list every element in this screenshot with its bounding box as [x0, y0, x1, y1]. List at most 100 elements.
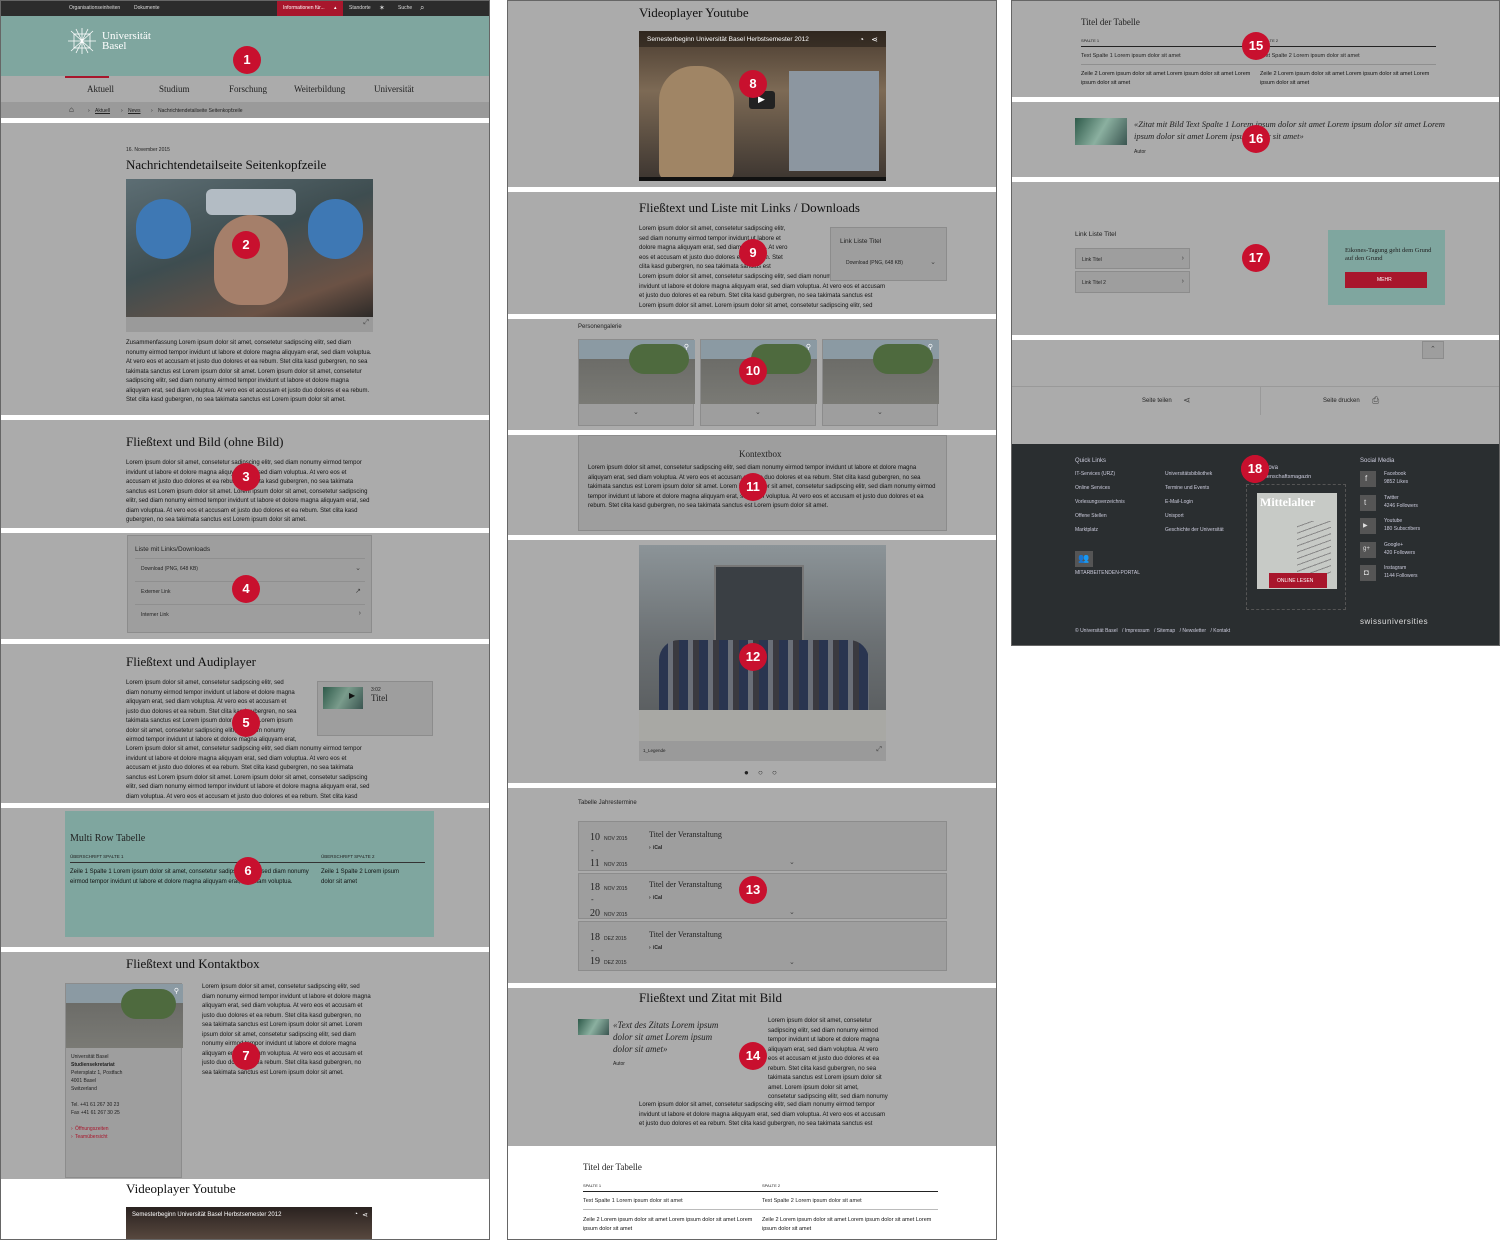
team-overview-link[interactable]: Teamübersicht	[75, 1134, 108, 1140]
nav-item-weiterbildung[interactable]: Weiterbildung	[294, 84, 345, 94]
home-icon[interactable]: ⌂	[69, 105, 74, 114]
social-name[interactable]: Google+	[1384, 542, 1403, 548]
social-name[interactable]: Youtube	[1384, 518, 1402, 524]
footer-link[interactable]: Unisport	[1165, 513, 1224, 519]
footer-link[interactable]: Universitätsbibliothek	[1165, 471, 1224, 477]
social-name[interactable]: Facebook	[1384, 471, 1406, 477]
topbar-link[interactable]: Organisationseinheiten	[69, 5, 120, 11]
staff-portal-icon[interactable]: 👥	[1075, 551, 1093, 567]
clock-icon[interactable]: ◔	[859, 35, 864, 44]
staff-portal-link[interactable]: MITARBEITENDEN-PORTAL	[1075, 570, 1140, 576]
audio-player[interactable]: ▶ 3:02 Titel	[317, 681, 433, 736]
read-online-button[interactable]: ONLINE LESEN	[1269, 573, 1327, 588]
event-row[interactable]: 10 NOV 2015 - 11 NOV 2015 Titel der Vera…	[578, 821, 947, 871]
nav-item-forschung[interactable]: Forschung	[229, 84, 267, 94]
gallery-card[interactable]: ⚲ ⌄	[578, 339, 695, 426]
footer-bottom-link[interactable]: Sitemap	[1157, 628, 1175, 634]
share-icon[interactable]: ⋖	[871, 35, 878, 44]
chevron-down-icon[interactable]: ⌄	[755, 408, 761, 416]
google-plus-icon[interactable]: g+	[1360, 542, 1376, 558]
chevron-down-icon[interactable]: ⌄	[789, 958, 795, 966]
play-icon[interactable]: ▶	[349, 691, 355, 700]
footer-link[interactable]: Marktplatz	[1075, 527, 1125, 533]
breadcrumb-item[interactable]: News	[128, 108, 141, 114]
external-link-icon: ↗	[355, 588, 361, 595]
footer-link[interactable]: IT-Services (URZ)	[1075, 471, 1125, 477]
chevron-down-icon[interactable]: ⌄	[789, 858, 795, 866]
location-pin-icon[interactable]: ⚲	[928, 343, 933, 351]
search-link[interactable]: Suche	[398, 5, 412, 11]
share-icon[interactable]: ⋖	[1183, 395, 1191, 406]
slider-dot-active[interactable]: ●	[744, 768, 749, 777]
ical-link[interactable]: iCal	[653, 845, 662, 851]
instagram-icon[interactable]: ◘	[1360, 565, 1376, 581]
expand-icon[interactable]: ⤢	[876, 746, 882, 754]
slider-dot[interactable]: ○	[772, 768, 777, 777]
footer-bottom-link[interactable]: Newsletter	[1182, 628, 1206, 634]
social-name[interactable]: Instagram	[1384, 565, 1406, 571]
chevron-down-icon[interactable]: ⌄	[789, 908, 795, 916]
link-item[interactable]: Link Titel 2 ›	[1075, 271, 1190, 293]
print-page-button[interactable]: Seite drucken	[1323, 398, 1360, 404]
event-row[interactable]: 18 DEZ 2015 - 19 DEZ 2015 Titel der Vera…	[578, 921, 947, 971]
body-text: Lorem ipsum dolor sit amet, consetetur s…	[126, 746, 370, 800]
nav-item-aktuell[interactable]: Aktuell	[87, 84, 114, 94]
footer-link[interactable]: Termine und Events	[1165, 485, 1224, 491]
download-link[interactable]: Download (PNG, 648 KB)	[141, 566, 198, 572]
clock-icon[interactable]: ◔	[354, 1211, 358, 1218]
footer-bottom-link[interactable]: Kontakt	[1213, 628, 1230, 634]
youtube-player[interactable]: Semesterbeginn Universität Basel Herbsts…	[639, 31, 886, 181]
table-header: SPALTE 2	[762, 1183, 781, 1188]
back-to-top-button[interactable]: ⌃	[1422, 341, 1444, 359]
external-link[interactable]: Externer Link	[141, 589, 170, 595]
footer-link[interactable]: E-Mail-Login	[1165, 499, 1224, 505]
event-start-day: 18	[590, 932, 600, 943]
video-player-thumbnail[interactable]: Semesterbeginn Universität Basel Herbsts…	[126, 1207, 372, 1239]
footer-link[interactable]: Online Services	[1075, 485, 1125, 491]
marker-8: 8	[739, 70, 767, 98]
marker-12: 12	[739, 643, 767, 671]
standorte-link[interactable]: Standorte	[349, 5, 371, 11]
opening-hours-link[interactable]: Öffnungszeiten	[75, 1126, 109, 1132]
more-button[interactable]: MEHR	[1345, 272, 1427, 288]
youtube-icon[interactable]: ▶	[1360, 518, 1376, 534]
marker-5: 5	[232, 709, 260, 737]
chevron-right-icon: ›	[358, 610, 361, 617]
location-pin-icon[interactable]: ⚲	[174, 987, 179, 995]
swissuniversities-logo[interactable]: swissuniversities	[1360, 617, 1428, 626]
footer-link[interactable]: Geschichte der Universität	[1165, 527, 1224, 533]
info-for-button[interactable]: Informationen für... ▴	[277, 1, 343, 16]
footer-link[interactable]: Offene Stellen	[1075, 513, 1125, 519]
ical-link[interactable]: iCal	[653, 945, 662, 951]
share-page-button[interactable]: Seite teilen	[1142, 398, 1172, 404]
footer-bottom-link[interactable]: Impressum	[1125, 628, 1150, 634]
chevron-down-icon[interactable]: ⌄	[877, 408, 883, 416]
facebook-icon[interactable]: f	[1360, 471, 1376, 487]
table-title: Titel der Tabelle	[1081, 17, 1140, 27]
location-pin-icon[interactable]: ⚲	[684, 343, 689, 351]
download-link[interactable]: Download (PNG, 648 KB)	[846, 260, 903, 266]
expand-icon[interactable]: ⤢	[363, 319, 369, 327]
university-logo-icon[interactable]	[65, 26, 99, 56]
location-pin-icon[interactable]: ⚲	[806, 343, 811, 351]
printer-icon[interactable]: ⎙	[1372, 395, 1379, 406]
event-end-day: 19	[590, 956, 600, 967]
share-icon[interactable]: ⋖	[362, 1211, 368, 1219]
breadcrumb-item[interactable]: Aktuell	[95, 108, 110, 114]
slider-dot[interactable]: ○	[758, 768, 763, 777]
nav-item-universitaet[interactable]: Universität	[374, 84, 414, 94]
topbar-link[interactable]: Dokumente	[134, 5, 160, 11]
chevron-down-icon[interactable]: ⌄	[633, 408, 639, 416]
social-name[interactable]: Twitter	[1384, 495, 1399, 501]
search-icon[interactable]: ⌕	[420, 3, 424, 13]
gallery-card[interactable]: ⚲ ⌄	[822, 339, 939, 426]
ical-link[interactable]: iCal	[653, 895, 662, 901]
article-summary: Zusammenfassung Lorem ipsum dolor sit am…	[126, 340, 372, 403]
link-item[interactable]: Link Titel ›	[1075, 248, 1190, 269]
twitter-icon[interactable]: t	[1360, 495, 1376, 511]
internal-link[interactable]: Interner Link	[141, 612, 169, 618]
footer-link[interactable]: Vorlesungsverzeichnis	[1075, 499, 1125, 505]
social-count: 180 Subscribers	[1384, 526, 1421, 532]
body-text: Lorem ipsum dolor sit amet, consetetur s…	[126, 680, 297, 743]
nav-item-studium[interactable]: Studium	[159, 84, 190, 94]
